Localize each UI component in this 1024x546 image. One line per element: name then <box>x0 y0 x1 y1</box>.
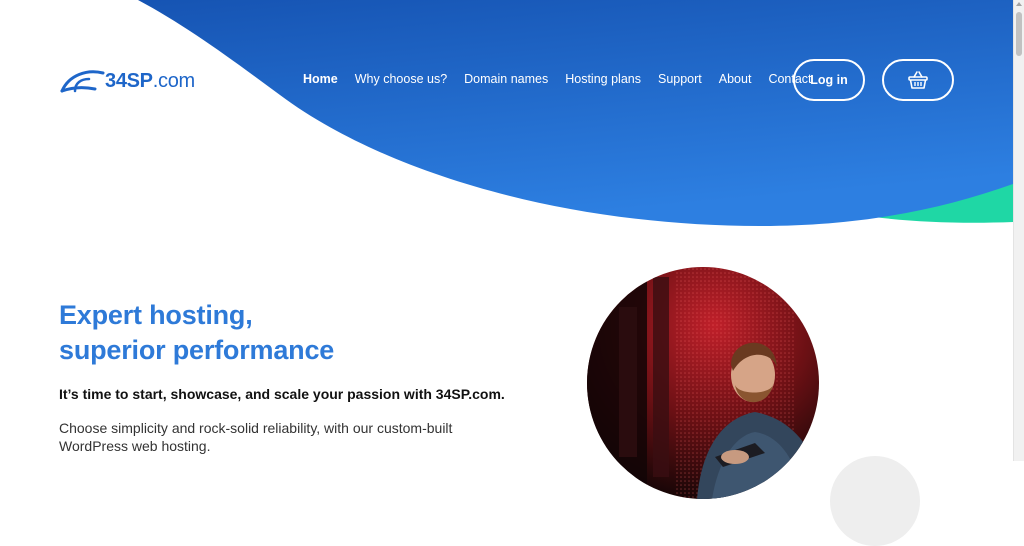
hero-photo-server-technician <box>587 267 819 499</box>
hero-title-line-2: superior performance <box>59 335 335 365</box>
nav-item-hosting-plans[interactable]: Hosting plans <box>565 72 641 86</box>
page-scrollbar[interactable] <box>1013 0 1024 461</box>
basket-icon <box>908 71 928 89</box>
scrollbar-thumb[interactable] <box>1016 12 1022 56</box>
logo-text: 34SP.com <box>105 70 195 93</box>
nav-item-about[interactable]: About <box>719 72 752 86</box>
nav-item-why-choose-us[interactable]: Why choose us? <box>355 72 447 86</box>
nav-item-domain-names[interactable]: Domain names <box>464 72 548 86</box>
logo-swoosh-icon <box>60 70 105 93</box>
hero-body-text: Choose simplicity and rock-solid reliabi… <box>59 420 453 454</box>
hero-lead-text: It’s time to start, showcase, and scale … <box>59 386 505 402</box>
decorative-circle <box>830 456 920 546</box>
blue-header-wave <box>138 0 1013 226</box>
hero-title-line-1: Expert hosting, <box>59 300 253 330</box>
nav-item-home[interactable]: Home <box>303 72 338 86</box>
hero-title: Expert hosting, superior performance <box>59 298 334 368</box>
scroll-up-arrow-icon[interactable] <box>1016 2 1022 6</box>
cart-button[interactable] <box>882 59 954 101</box>
site-logo[interactable]: 34SP.com <box>59 66 195 96</box>
logo-name-suffix: .com <box>152 69 195 92</box>
nav-item-support[interactable]: Support <box>658 72 702 86</box>
logo-name-bold: 34SP <box>105 69 153 92</box>
login-button[interactable]: Log in <box>793 59 865 101</box>
main-navigation: Home Why choose us? Domain names Hosting… <box>303 72 829 86</box>
